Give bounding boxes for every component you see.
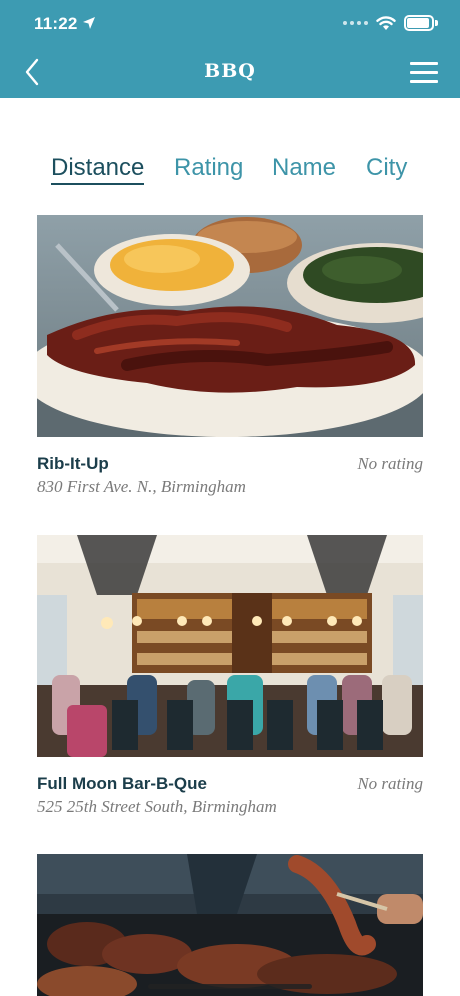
- listing-rating: No rating: [357, 774, 423, 793]
- listing-address: 830 First Ave. N., Birmingham: [37, 477, 246, 496]
- page-title: BBQ: [204, 60, 256, 82]
- listing-name: Rib-It-Up: [37, 454, 109, 473]
- listing-card[interactable]: [37, 854, 423, 996]
- status-time: 11:22: [34, 14, 78, 33]
- listing-photo: [37, 854, 423, 996]
- battery-icon: [404, 15, 438, 31]
- sort-tabs: Distance Rating Name City: [0, 154, 460, 194]
- app-header: 11:22 BBQ: [0, 0, 460, 98]
- tab-city[interactable]: City: [366, 154, 407, 182]
- tab-name[interactable]: Name: [272, 154, 336, 182]
- tab-rating[interactable]: Rating: [174, 154, 243, 182]
- listing-card[interactable]: Full Moon Bar-B-Que No rating 525 25th S…: [37, 535, 423, 825]
- home-indicator: [148, 984, 312, 989]
- listing-card[interactable]: Rib-It-Up No rating 830 First Ave. N., B…: [37, 215, 423, 505]
- listing-address: 525 25th Street South, Birmingham: [37, 797, 277, 816]
- cellular-signal-icon: [343, 21, 368, 25]
- location-arrow-icon: [83, 17, 95, 29]
- wifi-icon: [376, 16, 396, 30]
- listing-name: Full Moon Bar-B-Que: [37, 774, 207, 793]
- tab-distance[interactable]: Distance: [51, 154, 145, 185]
- menu-button[interactable]: [408, 58, 440, 86]
- listing-photo: [37, 215, 423, 437]
- listing-rating: No rating: [357, 454, 423, 473]
- listing-photo: [37, 535, 423, 757]
- status-icons: [343, 15, 438, 31]
